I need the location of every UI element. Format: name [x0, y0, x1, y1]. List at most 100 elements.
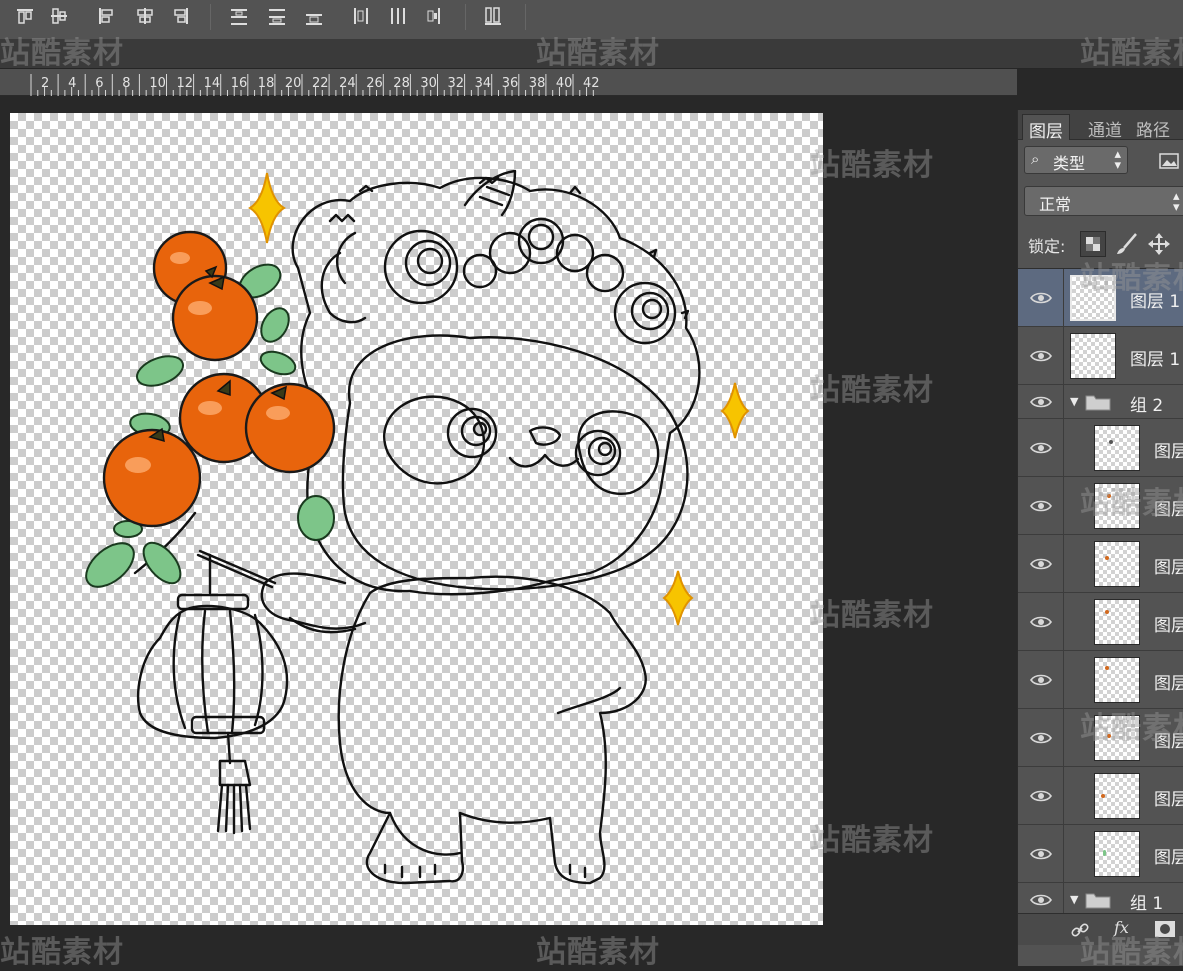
distribute-vertical-centers-icon[interactable] — [303, 5, 325, 27]
layer-thumbnail — [1094, 541, 1140, 587]
ruler-label: 12 — [177, 76, 194, 91]
eye-icon[interactable] — [1030, 673, 1052, 687]
visibility-cell[interactable] — [1018, 825, 1064, 882]
tab-paths[interactable]: 路径 — [1130, 114, 1176, 141]
group-name: 组 1 — [1130, 894, 1164, 913]
tab-channels[interactable]: 通道 — [1082, 114, 1128, 141]
align-horizontal-centers-icon[interactable] — [170, 5, 192, 27]
layer-name: 图层 — [1154, 790, 1183, 810]
layer-row[interactable]: 图层 — [1018, 593, 1183, 651]
ruler-label: 8 — [122, 76, 130, 91]
toolbar-separator — [465, 4, 466, 30]
panda-body — [337, 575, 647, 885]
layer-thumbnail — [1094, 483, 1140, 529]
layer-row[interactable]: 图层 — [1018, 477, 1183, 535]
layer-row[interactable]: 图层 — [1018, 535, 1183, 593]
sparkles — [248, 172, 750, 626]
layer-row[interactable]: 图层 — [1018, 825, 1183, 883]
blend-mode-select[interactable]: 正常 ▴ ▾ — [1024, 186, 1183, 216]
eye-icon[interactable] — [1030, 395, 1052, 409]
horizontal-ruler[interactable]: 2 4 6 8 10 12 14 16 18 20 22 24 26 28 30 32 34 36 38 40 42 — [0, 69, 1017, 96]
eye-icon[interactable] — [1030, 789, 1052, 803]
visibility-cell[interactable] — [1018, 767, 1064, 824]
layer-row[interactable]: 图层 — [1018, 651, 1183, 709]
image-filter-icon[interactable] — [1158, 152, 1180, 170]
document-canvas[interactable] — [10, 113, 823, 925]
eye-icon[interactable] — [1030, 893, 1052, 907]
layer-name: 图层 — [1154, 558, 1183, 578]
lantern — [137, 604, 289, 740]
align-bottom-edges-icon[interactable] — [95, 5, 117, 27]
folder-icon — [1085, 395, 1111, 411]
ruler-label: 42 — [583, 76, 600, 91]
lock-position-icon[interactable] — [1146, 232, 1172, 256]
visibility-cell[interactable] — [1018, 709, 1064, 766]
ruler-label: 40 — [556, 76, 573, 91]
lock-label: 锁定: — [1028, 237, 1066, 256]
ruler-label: 36 — [502, 76, 519, 91]
layer-name: 图层 — [1154, 732, 1183, 752]
ruler-label: 26 — [366, 76, 383, 91]
auto-align-icon[interactable] — [482, 5, 504, 27]
visibility-cell[interactable] — [1018, 419, 1064, 476]
ruler-label: 28 — [393, 76, 410, 91]
align-top-edges-icon[interactable] — [14, 5, 36, 27]
visibility-cell[interactable] — [1018, 477, 1064, 534]
layer-filter-select[interactable]: ⌕ 类型 ▴ ▾ — [1024, 146, 1128, 174]
layer-row[interactable]: 图层 1 — [1018, 269, 1183, 327]
visibility-cell[interactable] — [1018, 269, 1064, 326]
eye-icon[interactable] — [1030, 291, 1052, 305]
layer-name: 图层 — [1154, 616, 1183, 636]
align-right-edges-icon[interactable] — [228, 5, 250, 27]
lock-row: 锁定: — [1018, 228, 1183, 258]
eye-icon[interactable] — [1030, 349, 1052, 363]
eye-icon[interactable] — [1030, 499, 1052, 513]
distribute-horizontal-centers-icon[interactable] — [422, 5, 444, 27]
align-left-edges-icon[interactable] — [134, 5, 156, 27]
eye-icon[interactable] — [1030, 615, 1052, 629]
group-row[interactable]: ▼ 组 1 — [1018, 883, 1183, 913]
distribute-bottom-icon[interactable] — [350, 5, 372, 27]
layers-panel-footer: fx — [1018, 913, 1183, 945]
chevron-updown-icon: ▴ ▾ — [1114, 147, 1121, 173]
layer-row[interactable]: 图层 — [1018, 709, 1183, 767]
layer-row[interactable]: 图层 — [1018, 419, 1183, 477]
blend-mode-value: 正常 — [1039, 195, 1072, 214]
ruler-label: 30 — [420, 76, 437, 91]
visibility-cell[interactable] — [1018, 327, 1064, 384]
lock-image-pixels-icon[interactable] — [1114, 232, 1140, 256]
expand-triangle-icon[interactable]: ▼ — [1070, 893, 1078, 906]
ruler-label: 20 — [285, 76, 302, 91]
add-mask-icon[interactable] — [1154, 920, 1176, 938]
ruler-label: 18 — [258, 76, 275, 91]
layer-thumbnail — [1094, 599, 1140, 645]
eye-icon[interactable] — [1030, 557, 1052, 571]
layer-row[interactable]: 图层 — [1018, 767, 1183, 825]
layers-panel: 图层 通道 路径 ⌕ 类型 ▴ ▾ 正常 ▴ ▾ 锁定: 图层 1 图层 1 ▼… — [1017, 110, 1183, 966]
expand-triangle-icon[interactable]: ▼ — [1070, 395, 1078, 408]
panda-illustration — [85, 169, 750, 885]
distribute-left-icon[interactable] — [387, 5, 409, 27]
lock-transparent-pixels-icon[interactable] — [1080, 231, 1106, 257]
visibility-cell[interactable] — [1018, 385, 1064, 418]
group-row[interactable]: ▼ 组 2 — [1018, 385, 1183, 419]
toolbar-separator — [525, 4, 526, 30]
ruler-label: 16 — [231, 76, 248, 91]
layer-style-button[interactable]: fx — [1114, 918, 1129, 937]
link-layers-icon[interactable] — [1070, 920, 1090, 940]
align-vertical-centers-icon[interactable] — [48, 5, 70, 27]
eye-icon[interactable] — [1030, 441, 1052, 455]
tab-layers[interactable]: 图层 — [1022, 114, 1070, 142]
visibility-cell[interactable] — [1018, 651, 1064, 708]
distribute-top-icon[interactable] — [266, 5, 288, 27]
layer-row[interactable]: 图层 1 — [1018, 327, 1183, 385]
eye-icon[interactable] — [1030, 847, 1052, 861]
eye-icon[interactable] — [1030, 731, 1052, 745]
visibility-cell[interactable] — [1018, 535, 1064, 592]
ruler-label: 4 — [68, 76, 76, 91]
visibility-cell[interactable] — [1018, 593, 1064, 650]
visibility-cell[interactable] — [1018, 883, 1064, 913]
document-tab-strip — [0, 40, 1183, 69]
chevron-updown-icon: ▴ ▾ — [1173, 189, 1180, 215]
layer-thumbnail — [1094, 657, 1140, 703]
